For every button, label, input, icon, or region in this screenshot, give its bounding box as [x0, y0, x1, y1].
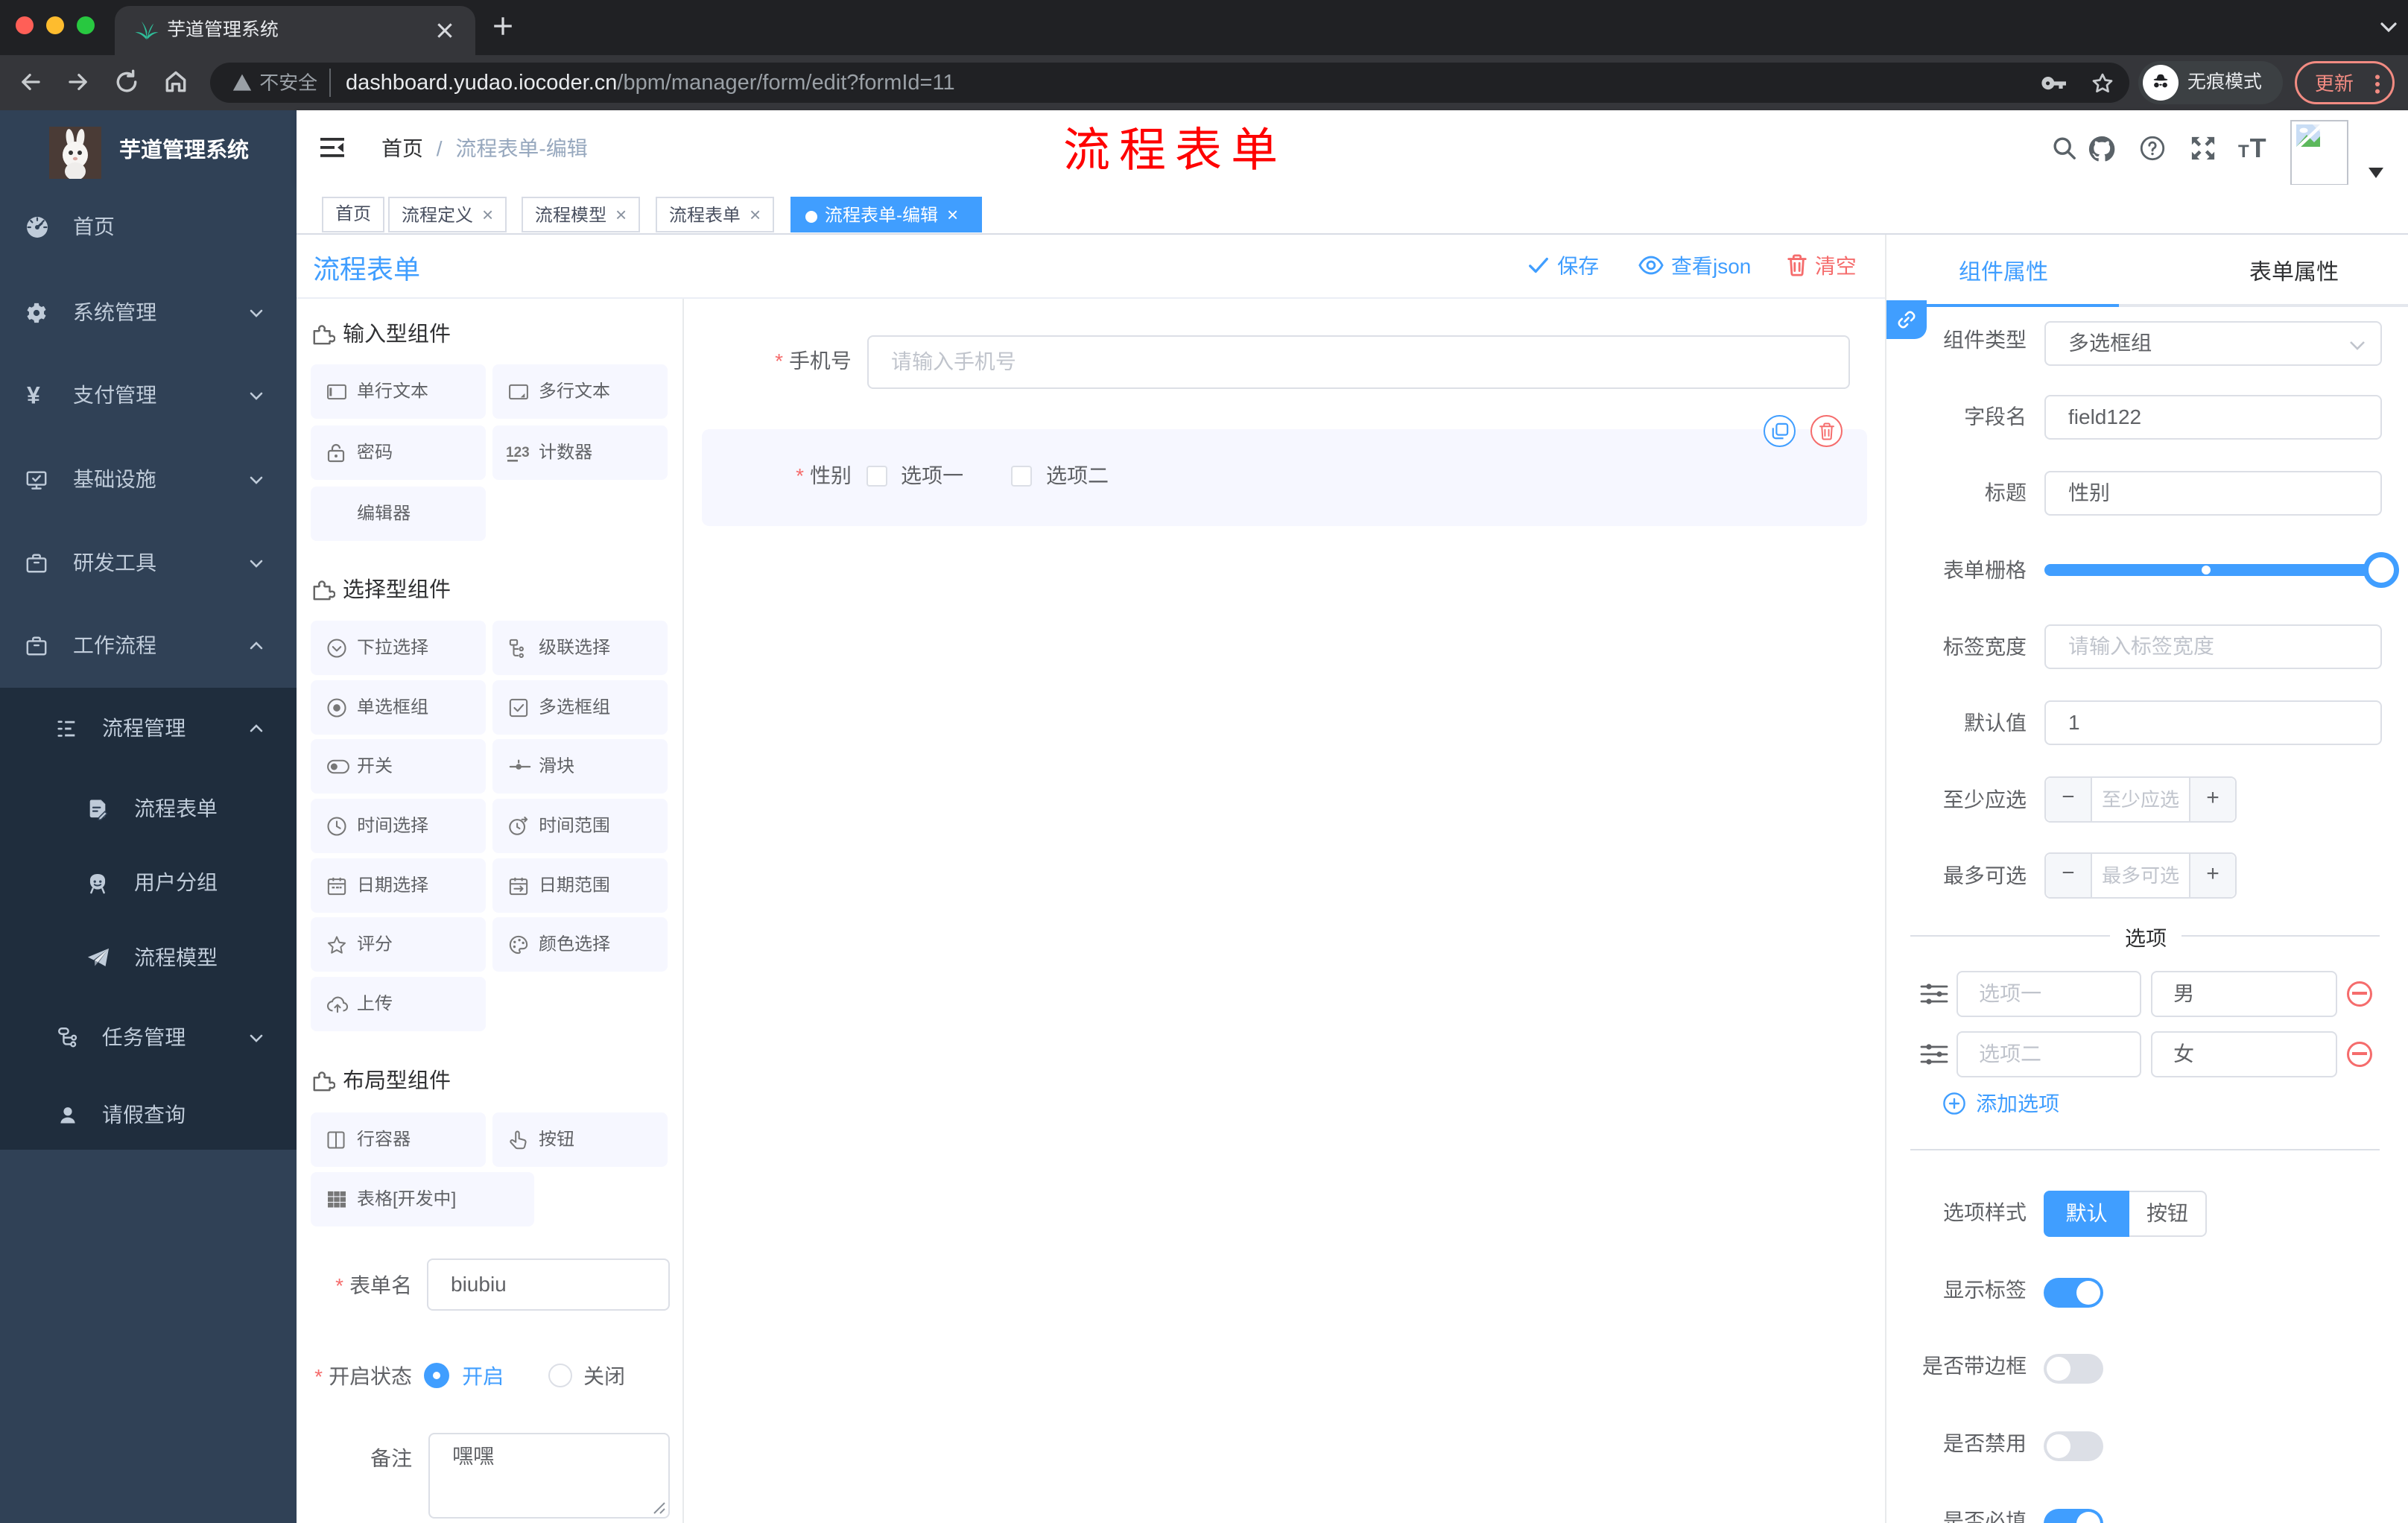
svg-text:123: 123: [506, 445, 530, 460]
